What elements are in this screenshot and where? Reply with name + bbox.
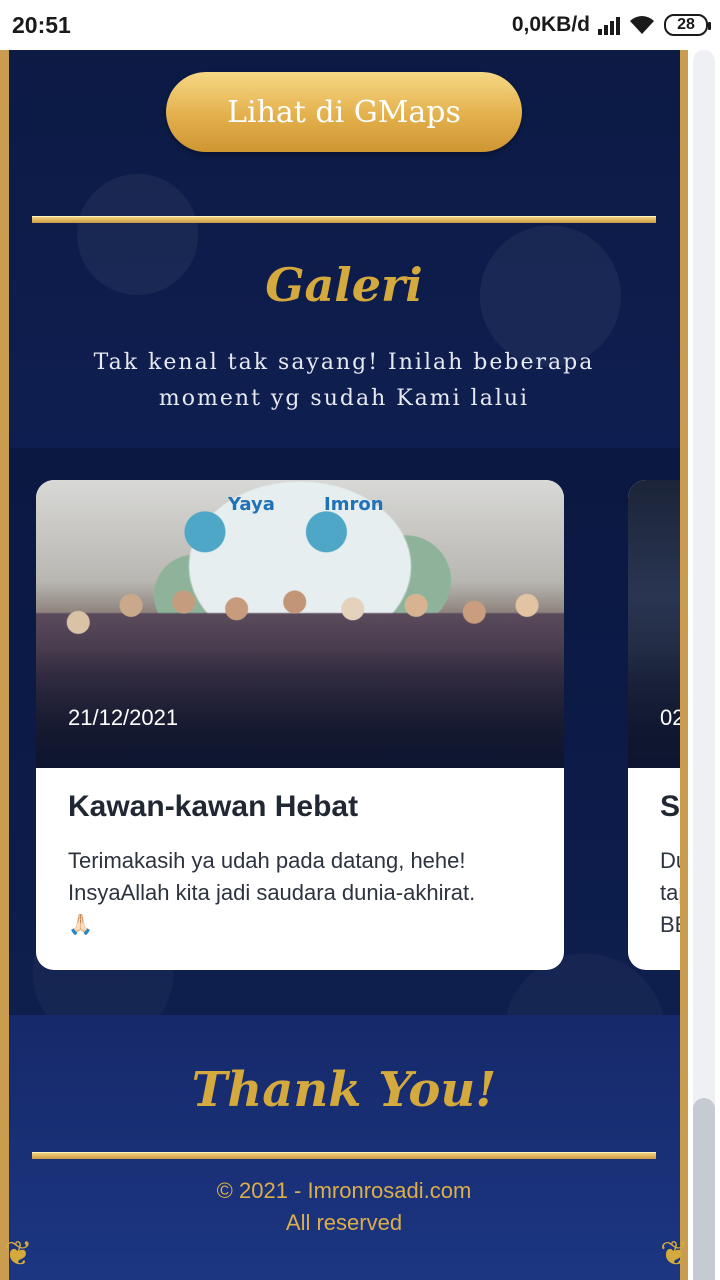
- corner-ornament-icon: ❦: [4, 1234, 33, 1274]
- status-indicators: 0,0KB/d 28: [511, 13, 711, 37]
- scrollbar[interactable]: [688, 50, 720, 1280]
- gallery-card[interactable]: 02/ Si Du tap BE: [628, 480, 688, 970]
- gallery-subtitle: Tak kenal tak sayang! Inilah beberapa mo…: [93, 350, 595, 411]
- gmaps-button[interactable]: Lihat di GMaps: [166, 72, 522, 152]
- gallery-card-title: Kawan-kawan Hebat: [68, 790, 359, 823]
- battery-icon: 28: [664, 14, 711, 36]
- network-speed: 0,0KB/d: [511, 13, 590, 36]
- gold-divider: [32, 1152, 656, 1159]
- footer-rights: All reserved: [285, 1210, 403, 1235]
- gallery-date: 21/12/2021: [68, 705, 179, 730]
- gallery-card-description: Terimakasih ya udah pada datang, hehe! I…: [68, 848, 476, 905]
- corner-ornament-icon: ❦: [660, 1234, 689, 1274]
- gallery-title: Galeri: [265, 258, 423, 312]
- signal-icon: [598, 15, 620, 35]
- banner-text-left: Yaya: [228, 494, 275, 515]
- gallery-card-text: Terimakasih ya udah pada datang, hehe! I…: [68, 845, 538, 941]
- scrollbar-rail: [693, 50, 715, 1280]
- frame-right-border: [680, 50, 688, 1280]
- gallery-card[interactable]: Yaya Imron 21/12/2021 Kawan-kawan Hebat …: [36, 480, 564, 970]
- status-time: 20:51: [12, 11, 71, 38]
- footer-copyright: © 2021 - Imronrosadi.com: [216, 1178, 472, 1203]
- thank-you-title: Thank You!: [191, 1062, 497, 1118]
- gallery-photo: Yaya Imron 21/12/2021: [36, 480, 564, 768]
- gallery-photo: 02/: [628, 480, 688, 768]
- frame-left-border: [0, 50, 9, 1280]
- banner-text-right: Imron: [324, 494, 384, 515]
- gold-divider: [32, 216, 656, 223]
- wifi-icon: [630, 16, 654, 34]
- status-bar: 20:51 0,0KB/d 28: [0, 0, 720, 50]
- closing-section: [0, 1015, 688, 1280]
- praying-hands-icon: 🙏🏻: [68, 914, 93, 936]
- invitation-page: Lihat di GMaps Galeri Tak kenal tak saya…: [0, 50, 688, 1280]
